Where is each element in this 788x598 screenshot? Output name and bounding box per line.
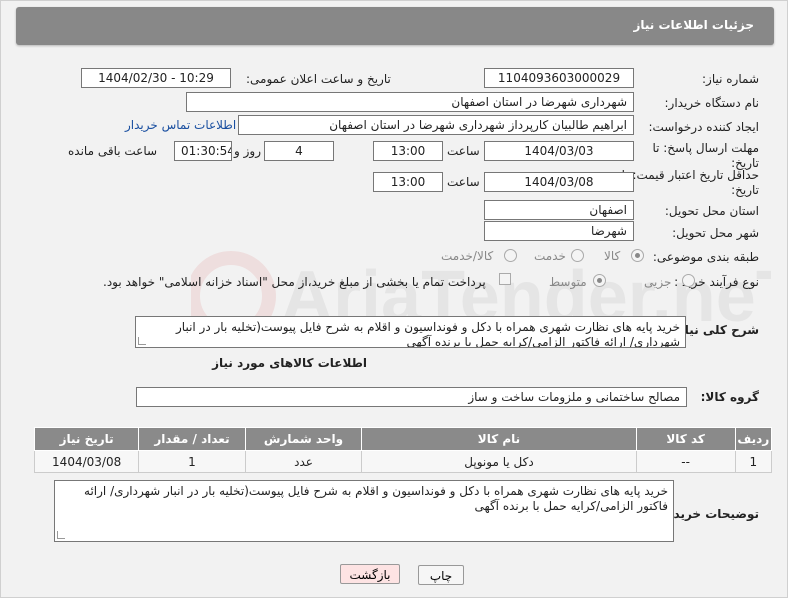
price-time-field: 13:00 <box>373 172 443 192</box>
goods-table: ردیف کد کالا نام کالا واحد شمارش تعداد /… <box>33 427 773 473</box>
goods-table-header: ردیف کد کالا نام کالا واحد شمارش تعداد /… <box>33 427 773 451</box>
remaining-time-field: 01:30:54 <box>174 141 232 161</box>
price-time-label: ساعت <box>447 175 480 189</box>
category-label-goods: کالا <box>604 249 621 263</box>
description-textarea: خرید پایه های نظارت شهری همراه با دکل و … <box>135 316 686 348</box>
days-label: روز و <box>234 144 261 158</box>
remaining-label: ساعت باقی مانده <box>68 144 158 158</box>
days-field: 4 <box>264 141 334 161</box>
buyer-org-label: نام دستگاه خریدار: <box>664 96 760 110</box>
goods-group-field: مصالح ساختمانی و ملزومات ساخت و ساز <box>136 387 687 407</box>
cell-date: 1404/03/08 <box>33 450 140 473</box>
category-radio-goods[interactable] <box>631 249 644 262</box>
cell-name: دکل یا مونوپل <box>361 450 637 473</box>
col-date: تاریخ نیاز <box>33 427 140 451</box>
col-qty: تعداد / مقدار <box>138 427 246 451</box>
province-label: استان محل تحویل: <box>664 204 759 218</box>
resize-handle[interactable] <box>57 531 65 539</box>
category-radio-service[interactable] <box>571 249 584 262</box>
need-number-field: 1104093603000029 <box>484 68 634 88</box>
price-date-field: 1404/03/08 <box>484 172 634 192</box>
treasury-checkbox[interactable] <box>499 273 511 285</box>
page-frame: جزئیات اطلاعات نیاز AriaTender.neT شماره… <box>0 0 788 598</box>
cell-row: 1 <box>734 450 773 473</box>
goods-group-label: گروه کالا: <box>700 390 759 404</box>
col-row: ردیف <box>734 427 773 451</box>
description-text: خرید پایه های نظارت شهری همراه با دکل و … <box>176 320 680 348</box>
reply-time-field: 13:00 <box>373 141 443 161</box>
buyer-notes-textarea: خرید پایه های نظارت شهری همراه با دکل و … <box>54 480 674 542</box>
cell-qty: 1 <box>138 450 246 473</box>
back-button[interactable]: بازگشت <box>340 564 400 584</box>
table-row: 1 -- دکل یا مونوپل عدد 1 1404/03/08 <box>33 450 773 473</box>
creator-field: ابراهیم طالبیان کارپرداز شهرداری شهرضا د… <box>238 115 634 135</box>
col-name: نام کالا <box>361 427 637 451</box>
category-label-service: خدمت <box>534 249 566 263</box>
buyer-notes-text: خرید پایه های نظارت شهری همراه با دکل و … <box>84 484 668 513</box>
col-unit: واحد شمارش <box>244 427 363 451</box>
city-label: شهر محل تحویل: <box>672 226 759 240</box>
process-radio-minor[interactable] <box>682 274 695 287</box>
page-title: جزئیات اطلاعات نیاز <box>633 18 754 32</box>
process-radio-medium[interactable] <box>593 274 606 287</box>
goods-section-title: اطلاعات کالاهای مورد نیاز <box>212 356 367 370</box>
province-field: اصفهان <box>484 200 634 220</box>
payment-note: پرداخت تمام یا بخشی از مبلغ خرید،از محل … <box>103 275 486 289</box>
city-field: شهرضا <box>484 221 634 241</box>
announce-label: تاریخ و ساعت اعلان عمومی: <box>246 72 391 86</box>
process-label-medium: متوسط <box>549 275 587 289</box>
category-radio-goods-service[interactable] <box>504 249 517 262</box>
cell-unit: عدد <box>244 450 363 473</box>
process-label-minor: جزیی <box>644 275 672 289</box>
resize-handle[interactable] <box>138 337 146 345</box>
col-code: کد کالا <box>635 427 736 451</box>
need-number-label: شماره نیاز: <box>702 72 759 86</box>
print-button[interactable]: چاپ <box>418 565 464 585</box>
reply-time-label: ساعت <box>447 144 480 158</box>
reply-date-field: 1404/03/03 <box>484 141 634 161</box>
announce-field: 1404/02/30 - 10:29 <box>81 68 231 88</box>
buyer-org-field: شهرداری شهرضا در استان اصفهان <box>186 92 634 112</box>
contact-buyer-link[interactable]: اطلاعات تماس خریدار <box>125 118 236 132</box>
cell-code: -- <box>635 450 736 473</box>
creator-label: ایجاد کننده درخواست: <box>648 120 759 134</box>
category-label-goods-service: کالا/خدمت <box>441 249 494 263</box>
reply-deadline-label: مهلت ارسال پاسخ: تا تاریخ: <box>652 141 759 170</box>
category-label: طبقه بندی موضوعی: <box>652 250 759 264</box>
header-bar: جزئیات اطلاعات نیاز <box>16 7 774 45</box>
